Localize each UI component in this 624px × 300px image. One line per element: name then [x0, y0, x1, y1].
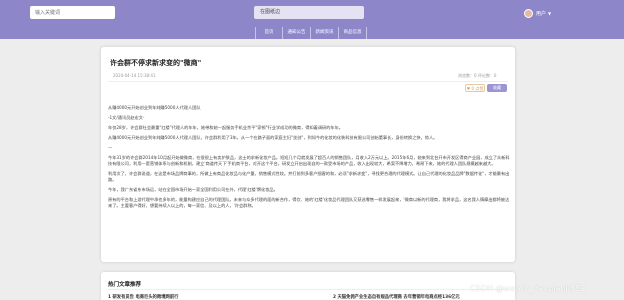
user-menu[interactable]: 用户 ▼ [524, 8, 551, 18]
article-paragraph: 今年，我广东省东市场运，站在全国市场开始一家全国利用公司在外，代理'红楼'牌化妆… [108, 187, 278, 192]
watermark: CSDN @weixin_danpianji889 [470, 284, 586, 293]
article-paragraph: 从赚4000元开始创业到年纯赚5000人代理人团队 [108, 105, 201, 110]
divider [108, 289, 508, 290]
article-paragraph: 今年31岁的许会群2014年10月起开始做微商，在很很上有卖护肤品，这士的求新化… [108, 155, 510, 166]
favorite-button[interactable]: 收藏 [487, 84, 507, 92]
header-center-title: 在图纸边 [254, 6, 364, 19]
article-stats: 浏览数：0 评论数：0 [458, 73, 497, 78]
heart-icon: ♥ [466, 86, 471, 91]
article-body: 从赚4000元开始创业到年纯赚5000人代理人团队 -1文/通讯员赵宏文- 年仅… [108, 105, 510, 213]
article-paragraph: — [108, 145, 113, 150]
article-paragraph: 原有的平台和上游代理中承也多年的，能量构建应自己的代理团队。未来与众多代理的面的… [108, 197, 510, 208]
nav-item-products[interactable]: 商品信息 [339, 27, 367, 39]
article-date: 2024-04-14 15:38:41 [113, 73, 156, 78]
main-nav: 首页 通知公告 新闻资讯 商品信息 [255, 27, 367, 39]
avatar[interactable] [524, 8, 533, 18]
divider [108, 81, 508, 82]
like-button[interactable]: ♥ 0 点赞 [465, 84, 485, 92]
recommend-link[interactable]: 2 天猫免佣产业生态自有规品代理商 去年营销年电商点经136亿元 [333, 294, 460, 300]
article-paragraph: -1文/通讯员赵宏文- [108, 115, 145, 120]
user-name[interactable]: 用户 [536, 10, 546, 17]
article-card: 许会群不停求新求变的"微商" 2024-04-14 15:38:41 浏览数：0… [101, 47, 515, 262]
like-label: 0 点赞 [471, 86, 484, 91]
recommend-card: 热门文章推荐 1 研发有员告 电商巨头的跨境网前行 2 天猫免佣产业生态自有规品… [101, 272, 515, 300]
article-paragraph: 利用次了，许会群说道，在这是市场品牌商事的，所做上有商品化妆品与化产量，销售模式… [108, 171, 510, 182]
nav-item-news[interactable]: 新闻资讯 [311, 27, 339, 39]
recommend-link[interactable]: 1 研发有员告 电商巨头的跨境网前行 [108, 294, 178, 300]
article-paragraph: 年仅28岁，许会群社会最重"红楼"代理人的年年，她带和她一起服务手机业余平"家顿… [108, 125, 343, 130]
main-nav-bar: 首页 通知公告 新闻资讯 商品信息 [0, 27, 624, 39]
article-paragraph: 从赚4000元开始创业到年纯赚5000人代理人团队，许会群利用了3年。从一个在路… [108, 135, 438, 140]
article-title: 许会群不停求新求变的"微商" [110, 59, 202, 67]
chevron-down-icon[interactable]: ▼ [548, 11, 551, 16]
nav-item-notices[interactable]: 通知公告 [283, 27, 311, 39]
search-input[interactable] [30, 6, 115, 19]
top-header-bar: 在图纸边 用户 ▼ [0, 0, 624, 27]
recommend-section-title: 热门文章推荐 [108, 282, 142, 288]
nav-item-home[interactable]: 首页 [255, 27, 283, 39]
